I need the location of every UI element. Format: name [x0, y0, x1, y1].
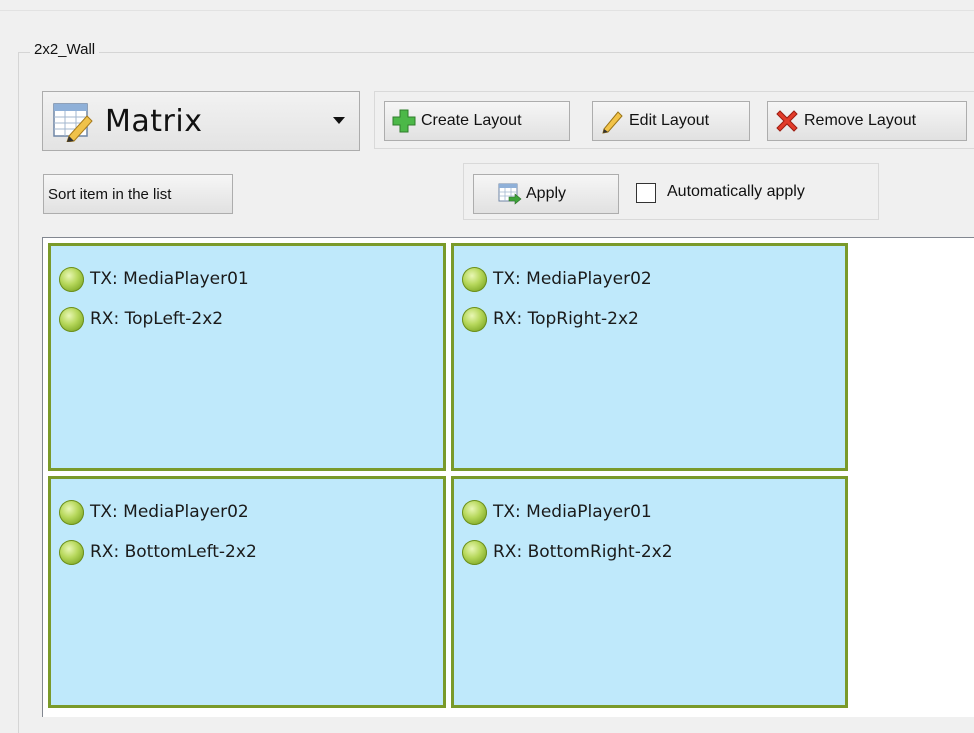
- tx-label: TX: MediaPlayer01: [90, 269, 249, 289]
- chevron-down-icon: [333, 117, 345, 124]
- rx-label: RX: TopRight-2x2: [493, 309, 639, 329]
- sort-items-label: Sort item in the list: [48, 185, 172, 203]
- rx-label: RX: BottomLeft-2x2: [90, 542, 257, 562]
- edit-layout-button[interactable]: Edit Layout: [592, 101, 750, 141]
- layout-dropdown[interactable]: Matrix: [42, 91, 360, 151]
- tx-row: TX: MediaPlayer01: [59, 266, 249, 292]
- matrix-table-icon: [53, 103, 93, 142]
- tx-row: TX: MediaPlayer02: [59, 499, 249, 525]
- tx-label: TX: MediaPlayer02: [493, 269, 652, 289]
- edit-layout-label: Edit Layout: [629, 112, 710, 129]
- rx-label: RX: TopLeft-2x2: [90, 309, 224, 329]
- rx-row: RX: TopRight-2x2: [462, 306, 639, 332]
- create-layout-label: Create Layout: [421, 112, 522, 129]
- plus-icon: [392, 109, 416, 133]
- auto-apply-checkbox[interactable]: [636, 183, 656, 203]
- tx-row: TX: MediaPlayer01: [462, 499, 652, 525]
- tx-label: TX: MediaPlayer02: [90, 502, 249, 522]
- group-title: 2x2_Wall: [30, 41, 100, 58]
- sort-items-button[interactable]: Sort item in the list: [43, 174, 233, 214]
- pencil-icon: [602, 111, 623, 134]
- tx-row: TX: MediaPlayer02: [462, 266, 652, 292]
- wall-cell-bottom-left[interactable]: TX: MediaPlayer02 RX: BottomLeft-2x2: [48, 476, 446, 708]
- status-ok-icon: [462, 266, 487, 292]
- apply-table-icon: [498, 183, 522, 205]
- status-ok-icon: [462, 539, 487, 565]
- create-layout-button[interactable]: Create Layout: [384, 101, 570, 141]
- status-ok-icon: [59, 306, 84, 332]
- window-top-edge: [0, 0, 974, 11]
- apply-label: Apply: [526, 185, 567, 202]
- auto-apply-label[interactable]: Automatically apply: [667, 183, 805, 201]
- remove-layout-label: Remove Layout: [804, 112, 917, 129]
- wall-cell-bottom-right[interactable]: TX: MediaPlayer01 RX: BottomRight-2x2: [451, 476, 848, 708]
- close-icon: [776, 110, 798, 132]
- tx-label: TX: MediaPlayer01: [493, 502, 652, 522]
- rx-label: RX: BottomRight-2x2: [493, 542, 673, 562]
- rx-row: RX: BottomLeft-2x2: [59, 539, 257, 565]
- layout-dropdown-value: Matrix: [105, 103, 203, 139]
- rx-row: RX: TopLeft-2x2: [59, 306, 223, 332]
- status-ok-icon: [59, 539, 84, 565]
- status-ok-icon: [462, 306, 487, 332]
- wall-cell-top-left[interactable]: TX: MediaPlayer01 RX: TopLeft-2x2: [48, 243, 446, 471]
- wall-cell-top-right[interactable]: TX: MediaPlayer02 RX: TopRight-2x2: [451, 243, 848, 471]
- rx-row: RX: BottomRight-2x2: [462, 539, 673, 565]
- status-ok-icon: [462, 499, 487, 525]
- status-ok-icon: [59, 499, 84, 525]
- remove-layout-button[interactable]: Remove Layout: [767, 101, 967, 141]
- apply-button[interactable]: Apply: [473, 174, 619, 214]
- status-ok-icon: [59, 266, 84, 292]
